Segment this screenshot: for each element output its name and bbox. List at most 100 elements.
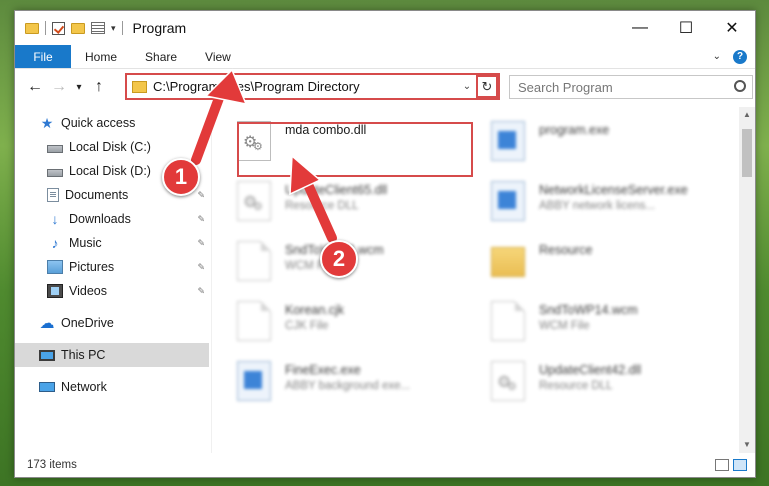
scroll-thumb[interactable]: [742, 129, 752, 177]
cloud-icon: ☁: [39, 315, 55, 332]
expand-ribbon-icon[interactable]: ⌄: [713, 51, 721, 62]
sidebar-item-label: Downloads: [69, 212, 131, 226]
sidebar-item-this-pc[interactable]: This PC: [15, 343, 209, 367]
file-icon: [491, 301, 525, 341]
sidebar-item-label: Local Disk (D:): [69, 164, 151, 178]
sidebar-item-label: Documents: [65, 188, 129, 202]
sidebar-item-label: Videos: [69, 284, 107, 298]
videos-icon: [47, 284, 63, 298]
sidebar-item-music[interactable]: ♪ Music ✎: [15, 231, 209, 255]
forward-button[interactable]: →: [47, 78, 71, 96]
search-input[interactable]: Search Program: [509, 75, 753, 99]
pin-icon[interactable]: ✎: [197, 214, 205, 225]
file-name: UpdateClient42.dll: [539, 363, 642, 377]
item-count: 173 items: [27, 459, 77, 471]
list-item[interactable]: NetworkLicenseServer.exe ABBY network li…: [469, 175, 719, 227]
file-name: Resource: [539, 243, 593, 257]
pin-icon[interactable]: ✎: [197, 238, 205, 249]
exe-file-icon: [237, 361, 271, 401]
ribbon-tabs: File Home Share View ⌄ ?: [15, 45, 755, 69]
step-1-badge: 1: [162, 158, 200, 196]
list-item[interactable]: UpdateClient42.dll Resource DLL: [469, 355, 719, 407]
file-type: Resource DLL: [285, 200, 359, 212]
list-item[interactable]: Korean.cjk CJK File: [215, 295, 465, 347]
sidebar-item-network[interactable]: Network: [15, 375, 209, 399]
sidebar-item-pictures[interactable]: Pictures ✎: [15, 255, 209, 279]
exe-file-icon: [491, 121, 525, 161]
status-bar: 173 items: [15, 453, 755, 477]
tab-file[interactable]: File: [15, 45, 71, 68]
download-icon: ↓: [51, 211, 59, 227]
sidebar-item-label: Pictures: [69, 260, 115, 274]
sidebar-item-videos[interactable]: Videos ✎: [15, 279, 209, 303]
pin-icon[interactable]: ✎: [197, 190, 205, 201]
scroll-down-icon[interactable]: ▼: [739, 437, 755, 453]
vertical-scrollbar[interactable]: ▲ ▼: [739, 107, 755, 453]
sidebar-item-downloads[interactable]: ↓ Downloads ✎: [15, 207, 209, 231]
tab-view[interactable]: View: [191, 45, 245, 68]
pictures-icon: [47, 260, 63, 274]
sidebar-item-label: Quick access: [61, 116, 136, 130]
file-name: program.exe: [539, 123, 610, 137]
back-button[interactable]: ←: [23, 78, 47, 96]
customize-dropdown-icon[interactable]: ▾: [111, 23, 116, 34]
sidebar-item-quick-access[interactable]: ★ Quick access: [15, 111, 209, 135]
divider: [211, 107, 212, 453]
sidebar-item-label: This PC: [61, 348, 106, 362]
minimize-button[interactable]: —: [617, 11, 663, 45]
pin-icon[interactable]: ✎: [197, 262, 205, 273]
network-icon: [39, 382, 55, 392]
sidebar-item-local-disk-c[interactable]: Local Disk (C:): [15, 135, 209, 159]
list-item[interactable]: program.exe: [469, 115, 719, 167]
scroll-up-icon[interactable]: ▲: [739, 107, 755, 123]
quick-access-toolbar: ▾: [15, 21, 123, 35]
sidebar-item-label: OneDrive: [61, 316, 114, 330]
list-item[interactable]: Resource: [469, 235, 719, 287]
dll-file-icon: [491, 361, 525, 401]
folder-icon: [25, 22, 39, 34]
file-type: WCM File: [539, 320, 590, 332]
sidebar-item-label: Music: [69, 236, 102, 250]
highlight-box: [237, 122, 473, 177]
list-item[interactable]: UpdateClient65.dll Resource DLL: [215, 175, 465, 227]
maximize-button[interactable]: ☐: [663, 11, 709, 45]
properties-check-icon[interactable]: [52, 21, 65, 35]
file-name: UpdateClient65.dll: [285, 183, 388, 197]
help-icon[interactable]: ?: [733, 49, 747, 64]
dll-file-icon: [237, 181, 271, 221]
file-name: Korean.cjk: [285, 303, 345, 317]
file-icon: [237, 241, 271, 281]
new-folder-icon[interactable]: [71, 22, 85, 34]
star-icon: ★: [40, 114, 54, 131]
properties-icon[interactable]: [91, 22, 105, 34]
file-name: NetworkLicenseServer.exe: [539, 183, 688, 197]
drive-icon: [47, 144, 63, 153]
address-bar[interactable]: C:\Program Files\Program Directory ⌄ ↻: [125, 73, 500, 100]
title-bar: ▾ Program — ☐ ✕: [15, 11, 755, 45]
large-icons-view-icon[interactable]: [733, 459, 747, 471]
recent-locations-button[interactable]: ▾: [71, 82, 87, 93]
search-placeholder: Search Program: [518, 79, 613, 95]
pin-icon[interactable]: ✎: [197, 286, 205, 297]
close-button[interactable]: ✕: [709, 11, 755, 45]
file-name: FineExec.exe: [285, 363, 361, 377]
list-item[interactable]: FineExec.exe ABBY background exe...: [215, 355, 465, 407]
window-title: Program: [132, 20, 187, 36]
documents-icon: [47, 188, 59, 202]
tab-home[interactable]: Home: [71, 45, 131, 68]
address-dropdown-icon[interactable]: ⌄: [458, 81, 476, 92]
address-path[interactable]: C:\Program Files\Program Directory: [153, 79, 458, 94]
tab-share[interactable]: Share: [131, 45, 191, 68]
file-type: ABBY background exe...: [285, 380, 411, 392]
folder-icon: [491, 247, 525, 277]
music-icon: ♪: [51, 235, 59, 251]
sidebar-item-onedrive[interactable]: ☁ OneDrive: [15, 311, 209, 335]
refresh-button[interactable]: ↻: [476, 75, 498, 98]
window-controls: — ☐ ✕: [617, 11, 755, 45]
up-button[interactable]: ↑: [87, 78, 111, 96]
list-item[interactable]: SndToWP14.wcm WCM File: [469, 295, 719, 347]
drive-icon: [47, 168, 63, 177]
search-icon[interactable]: [730, 81, 752, 93]
details-view-icon[interactable]: [715, 459, 729, 471]
navigation-bar: ← → ▾ ↑ C:\Program Files\Program Directo…: [15, 69, 755, 105]
